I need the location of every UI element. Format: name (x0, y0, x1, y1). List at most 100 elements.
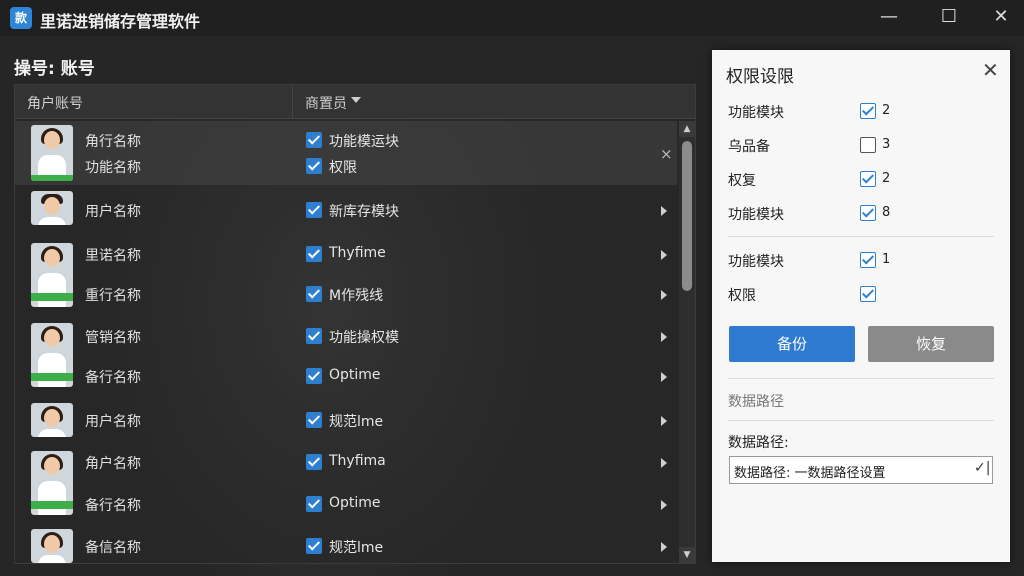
permission-item-value: 8 (882, 205, 891, 220)
permission-item-value: 1 (882, 252, 891, 267)
permission-item-checkbox[interactable] (860, 286, 876, 302)
permission-panel: 权限设限 ✕ 功能模块 2 乌品备 3 权复 2 功能模块 8 功能模块 1 权… (712, 50, 1010, 562)
data-path-select[interactable]: 数据路径: 一数据路径设置 ✓| (729, 456, 993, 484)
maximize-button[interactable]: ☐ (924, 0, 974, 36)
section-label: 操号: 账号 (14, 59, 95, 79)
table-row[interactable]: 里诺名称 重行名称 Thyfime M作残线 (15, 235, 677, 317)
permission-label: 功能操权模 (329, 330, 399, 346)
expand-arrow-icon[interactable] (661, 206, 667, 216)
user-table: 角户账号 商置员 角行名称 功能名称 功能模运块 权限 × 用户名称 新库存模块 (14, 84, 696, 564)
app-logo-icon: 款 (10, 7, 32, 29)
close-window-button[interactable]: ✕ (976, 0, 1024, 36)
permission-label: 规范lme (329, 414, 384, 430)
avatar (31, 403, 73, 437)
table-row[interactable]: 角行名称 功能名称 功能模运块 权限 × (15, 121, 677, 185)
permission-item-label: 功能模块 (728, 254, 784, 270)
permission-label: 权限 (329, 160, 357, 176)
column-header-role[interactable]: 商置员 (305, 93, 347, 113)
permission-item-checkbox[interactable] (860, 171, 876, 187)
permission-item-value: 3 (882, 137, 891, 152)
permission-label: Thyfima (329, 453, 386, 469)
data-path-value: 数据路径: 一数据路径设置 (734, 466, 886, 481)
table-row[interactable]: 管销名称 备行名称 功能操权模 Optime (15, 317, 677, 399)
expand-arrow-icon[interactable] (661, 372, 667, 382)
table-row[interactable]: 用户名称 规范lme (15, 399, 677, 443)
row-name: 用户名称 (85, 204, 141, 220)
window-title: 里诺进销储存管理软件 (40, 12, 201, 31)
row-name: 功能名称 (85, 160, 141, 176)
permission-checkbox[interactable] (306, 328, 322, 344)
row-name: 里诺名称 (85, 248, 141, 264)
permission-item-checkbox[interactable] (860, 103, 876, 119)
table-header: 角户账号 商置员 (15, 85, 695, 119)
column-divider (292, 85, 293, 119)
row-name: 重行名称 (85, 288, 141, 304)
close-icon[interactable]: ✕ (982, 58, 999, 82)
permission-label: 功能模运块 (329, 134, 399, 150)
sort-caret-icon[interactable] (351, 97, 361, 103)
scroll-down-icon[interactable]: ▼ (679, 547, 695, 563)
table-row[interactable]: 备信名称 规范lme (15, 525, 677, 563)
permission-label: 新库存模块 (329, 204, 399, 220)
minimize-button[interactable]: — (864, 0, 914, 36)
row-name: 角行名称 (85, 134, 141, 150)
row-name: 备行名称 (85, 498, 141, 514)
permission-label: M作残线 (329, 288, 384, 304)
permission-item-value: 2 (882, 171, 891, 186)
permission-checkbox[interactable] (306, 286, 322, 302)
data-path-section-label: 数据路径 (728, 394, 784, 410)
title-bar: 款 里诺进销储存管理软件 — ☐ ✕ (0, 0, 1024, 36)
permission-checkbox[interactable] (306, 132, 322, 148)
table-row[interactable]: 角户名称 备行名称 Thyfima Optime (15, 443, 677, 525)
permission-item-label: 功能模块 (728, 207, 784, 223)
permission-item-label: 权限 (728, 288, 756, 304)
permission-checkbox[interactable] (306, 412, 322, 428)
divider (728, 236, 994, 237)
permission-item-label: 权复 (728, 173, 756, 189)
expand-arrow-icon[interactable] (661, 332, 667, 342)
vertical-scrollbar[interactable]: ▲ ▼ (679, 121, 695, 563)
expand-arrow-icon[interactable] (661, 250, 667, 260)
expand-arrow-icon[interactable] (661, 290, 667, 300)
permission-checkbox[interactable] (306, 158, 322, 174)
divider (728, 420, 994, 421)
permission-checkbox[interactable] (306, 368, 322, 384)
scroll-up-icon[interactable]: ▲ (679, 121, 695, 137)
permission-checkbox[interactable] (306, 454, 322, 470)
close-icon[interactable]: × (660, 145, 673, 163)
expand-arrow-icon[interactable] (661, 416, 667, 426)
expand-arrow-icon[interactable] (661, 500, 667, 510)
row-name: 备信名称 (85, 540, 141, 556)
permission-label: Optime (329, 367, 381, 383)
permission-label: Optime (329, 495, 381, 511)
row-name: 备行名称 (85, 370, 141, 386)
permission-item-value: 2 (882, 103, 891, 118)
row-name: 用户名称 (85, 414, 141, 430)
permission-checkbox[interactable] (306, 202, 322, 218)
permission-label: 规范lme (329, 540, 384, 556)
permission-item-checkbox[interactable] (860, 252, 876, 268)
avatar (31, 125, 73, 181)
backup-button[interactable]: 备份 (729, 326, 855, 362)
avatar (31, 191, 73, 225)
expand-arrow-icon[interactable] (661, 542, 667, 552)
permission-checkbox[interactable] (306, 246, 322, 262)
scrollbar-thumb[interactable] (682, 141, 692, 291)
avatar (31, 451, 73, 515)
permission-checkbox[interactable] (306, 538, 322, 554)
table-row[interactable]: 用户名称 新库存模块 (15, 187, 677, 231)
permission-item-checkbox[interactable] (860, 205, 876, 221)
column-header-account[interactable]: 角户账号 (27, 93, 83, 113)
row-name: 管销名称 (85, 330, 141, 346)
permission-item-label: 功能模块 (728, 105, 784, 121)
expand-arrow-icon[interactable] (661, 458, 667, 468)
chevron-down-icon[interactable]: ✓| (974, 460, 990, 476)
permission-checkbox[interactable] (306, 496, 322, 512)
avatar (31, 529, 73, 563)
restore-button[interactable]: 恢复 (868, 326, 994, 362)
permission-item-checkbox[interactable] (860, 137, 876, 153)
row-name: 角户名称 (85, 456, 141, 472)
divider (728, 378, 994, 379)
permission-label: Thyfime (329, 245, 386, 261)
panel-title: 权限设限 (726, 67, 794, 87)
